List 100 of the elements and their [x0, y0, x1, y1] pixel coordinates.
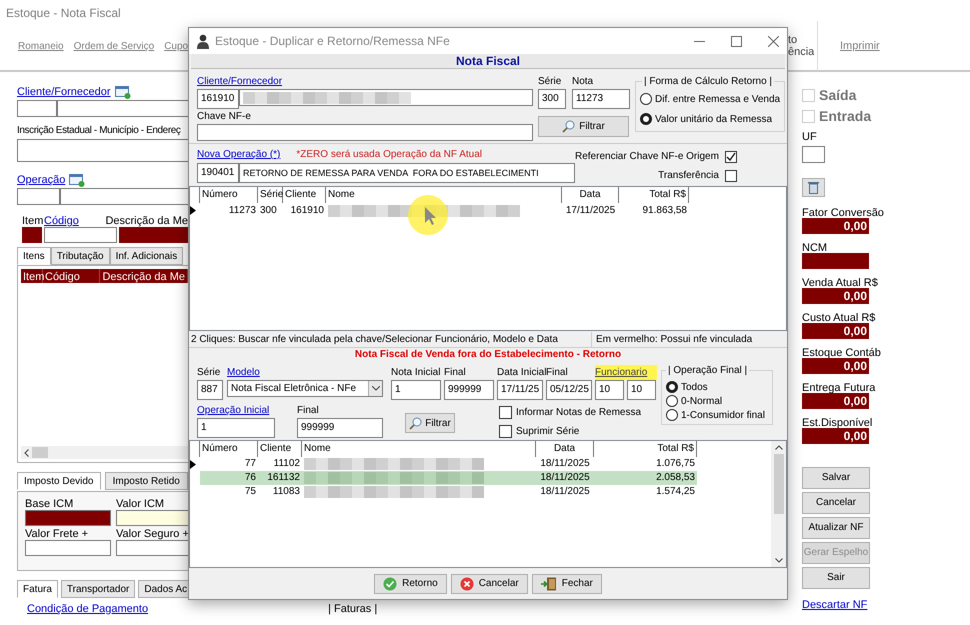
link[interactable]: Cliente/Fornecedor	[197, 74, 533, 89]
toolbar-link[interactable]: Cupo	[164, 38, 188, 54]
input-field[interactable]	[25, 540, 111, 556]
check-icon	[383, 576, 398, 590]
input-field[interactable]	[17, 100, 57, 117]
link[interactable]: Código	[44, 213, 102, 227]
input-field[interactable]: 10	[595, 380, 624, 400]
warning-text: *ZERO será usada Operação da NF Atual	[296, 148, 482, 162]
tab[interactable]: Fatura	[17, 580, 58, 598]
button[interactable]: Retorno	[374, 574, 447, 594]
input-field[interactable]: 17/11/25	[497, 380, 543, 400]
table-cell-text: 300	[259, 204, 278, 218]
input-field[interactable]	[17, 139, 188, 162]
column-header: Cliente	[283, 187, 326, 203]
input-field[interactable]: 05/12/25	[546, 380, 592, 400]
horizontal-scrollbar[interactable]	[21, 446, 188, 459]
model-dropdown[interactable]: Nota Fiscal Eletrônica - NFe	[227, 380, 383, 397]
table-cell-text: 161132	[266, 471, 301, 485]
link[interactable]: Nova Operação (*)	[197, 147, 280, 162]
column-header: Total R$	[619, 187, 689, 203]
input-field[interactable]	[17, 188, 60, 205]
toolbar-label: to	[788, 34, 798, 46]
button[interactable]: Salvar	[802, 466, 870, 488]
input-field[interactable]	[44, 227, 117, 243]
checkbox[interactable]: Suprimir Série	[499, 424, 657, 439]
filter-button[interactable]: Filtrar	[538, 116, 629, 137]
tab[interactable]: Inf. Adicionais	[110, 247, 184, 265]
filter-button[interactable]: Filtrar	[405, 413, 455, 433]
button[interactable]: Cancelar	[450, 574, 528, 594]
field-label: NCM	[802, 240, 828, 252]
input-field[interactable]	[60, 188, 188, 205]
input-field[interactable]	[802, 146, 825, 162]
checkbox[interactable]: Referenciar Chave NF-e Origem	[575, 149, 737, 164]
input-field[interactable]	[25, 510, 111, 526]
table-cell-text: 75	[244, 485, 257, 499]
button[interactable]: Fechar	[532, 574, 602, 594]
input-field[interactable]: 999999	[297, 418, 383, 438]
table-cell-text: 91.863,58	[642, 204, 688, 218]
input-field[interactable]: 161910	[197, 89, 239, 109]
link[interactable]: Cliente/Fornecedor	[17, 84, 111, 100]
tab[interactable]: Itens	[17, 247, 51, 265]
field-label: Estoque Contáb	[802, 346, 882, 358]
input-field[interactable]: 887	[197, 380, 223, 400]
chevron-left-icon	[24, 448, 29, 456]
link[interactable]: Funcionario	[595, 365, 657, 380]
group-title: | Forma de Cálculo Retorno |	[643, 75, 774, 89]
input-field[interactable]: 999999	[444, 380, 494, 400]
field-label: Venda Atual R$	[802, 276, 879, 288]
tab[interactable]: Tributação	[50, 247, 110, 265]
column-header: Data	[562, 187, 619, 203]
toolbar-link[interactable]: Imprimir	[840, 38, 880, 54]
scrollbar-thumb[interactable]	[32, 447, 48, 458]
input-field[interactable]	[197, 124, 533, 141]
input-field[interactable]	[57, 100, 188, 117]
tab[interactable]: Imposto Retido	[104, 472, 188, 490]
input-field[interactable]	[239, 89, 533, 106]
input-field[interactable]: RETORNO DE REMESSA PARA VENDA FORA DO ESTABELECIMENTI	[239, 163, 575, 183]
link[interactable]: Operação	[17, 172, 66, 188]
checkbox[interactable]: Saída	[802, 85, 970, 106]
table-cell-text: 11102	[272, 457, 301, 471]
checkbox[interactable]: Informar Notas de Remessa	[499, 405, 657, 420]
field-label: Série	[538, 75, 562, 89]
input-field[interactable]: 300	[538, 89, 566, 109]
tab[interactable]: Transportador	[60, 580, 136, 598]
input-field[interactable]: 11273	[572, 89, 630, 109]
dialog-title: Estoque - Duplicar e Retorno/Remessa NFe	[215, 33, 450, 50]
value-display: 0,00	[802, 322, 869, 338]
link[interactable]: Operação Inicial	[197, 403, 275, 418]
field-label: Entrega Futura	[802, 380, 876, 392]
field-label: Valor Frete +	[25, 527, 90, 540]
field-label: Valor Seguro +	[116, 527, 190, 540]
section-label: | Faturas |	[328, 602, 378, 617]
add-window-icon	[69, 174, 86, 186]
button[interactable]: Sair	[802, 566, 870, 588]
radio-option[interactable]: Dif. entre Remessa e Venda	[640, 89, 780, 109]
link[interactable]: Descartar NF	[802, 598, 868, 610]
checkbox[interactable]: Transferência	[658, 168, 737, 183]
input-field[interactable]: 1	[197, 418, 275, 438]
link[interactable]: Modelo	[227, 365, 383, 380]
button[interactable]: Cancelar	[802, 492, 870, 514]
maximize-icon[interactable]	[731, 36, 742, 46]
input-field[interactable]: 1	[391, 380, 441, 400]
table-cell-text: 18/11/2025	[539, 485, 591, 499]
scrollbar-thumb[interactable]	[774, 454, 784, 514]
table-cell-text: 11083	[272, 485, 301, 499]
tab[interactable]: Imposto Devido	[17, 472, 100, 490]
button[interactable]: Atualizar NF	[802, 516, 870, 538]
checkbox[interactable]: Entrada	[802, 106, 970, 127]
radio-option[interactable]: Valor unitário da Remessa	[640, 109, 780, 129]
input-field[interactable]: 190401	[197, 163, 239, 183]
field-label: Valor ICM	[116, 497, 166, 510]
vertical-scrollbar[interactable]	[771, 441, 786, 567]
check-icon	[726, 152, 736, 162]
toolbar-link[interactable]: Ordem de Serviço	[74, 38, 154, 54]
value-display: 0,00	[802, 288, 869, 304]
delete-button[interactable]	[802, 178, 825, 196]
link[interactable]: Condição de Pagamento	[27, 600, 148, 618]
input-field[interactable]: 10	[627, 380, 656, 400]
toolbar-link[interactable]: Romaneio	[18, 38, 64, 54]
close-icon[interactable]	[768, 36, 779, 46]
